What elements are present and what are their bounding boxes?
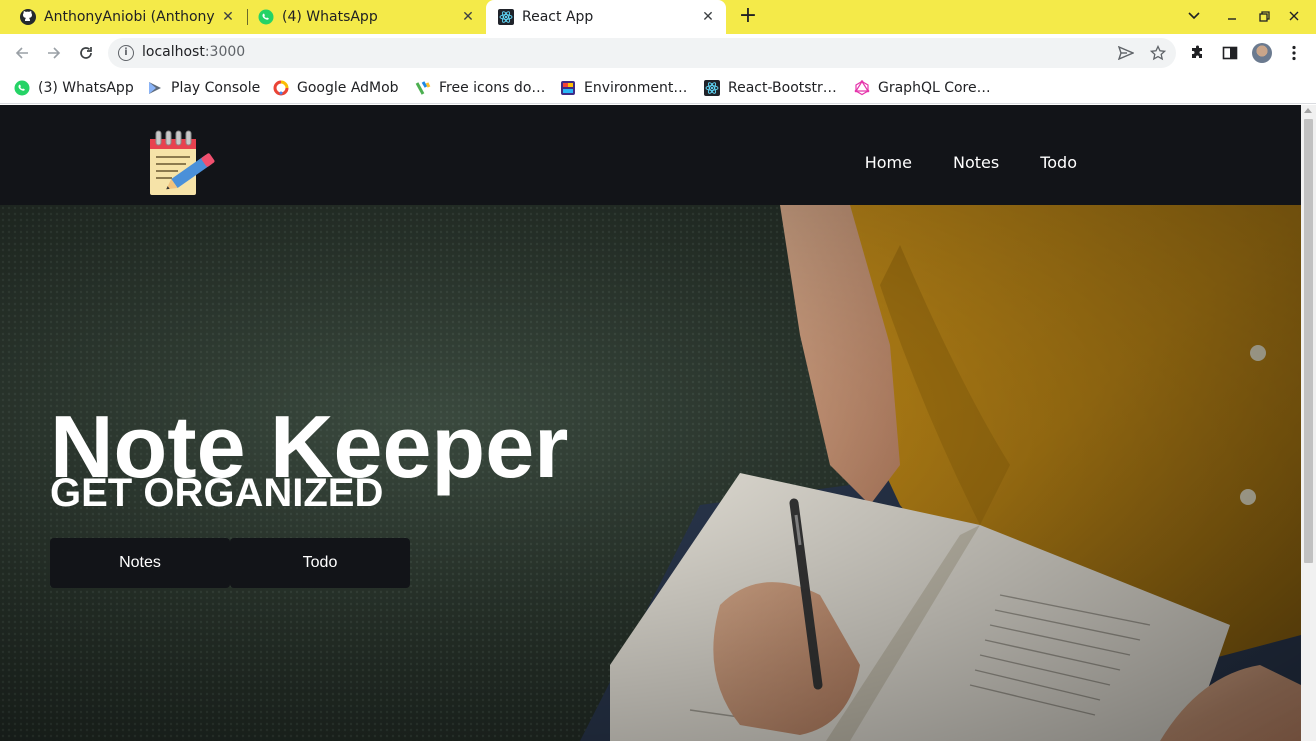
nav-notes-link[interactable]: Notes [953, 153, 999, 172]
close-tab-icon[interactable]: ✕ [218, 9, 238, 25]
back-icon[interactable] [10, 41, 34, 65]
hero-section: Note Keeper GET ORGANIZED Notes Todo [0, 205, 1301, 741]
close-tab-icon[interactable]: ✕ [698, 9, 718, 25]
admob-icon [273, 80, 289, 96]
site-navbar: Home Notes Todo [0, 105, 1301, 205]
flaticon-icon [415, 80, 431, 96]
play-console-icon [147, 80, 163, 96]
hero-notes-button[interactable]: Notes [50, 538, 230, 588]
scrollbar-thumb[interactable] [1304, 119, 1313, 563]
side-panel-icon[interactable] [1220, 43, 1240, 63]
bookmark-react-bootstrap[interactable]: React-Bootstr… [704, 78, 837, 98]
nav-todo-link[interactable]: Todo [1040, 153, 1077, 172]
tab-react-app[interactable]: React App ✕ [486, 0, 726, 34]
address-bar[interactable]: i localhost:3000 [108, 38, 1176, 68]
menu-kebab-icon[interactable] [1284, 43, 1304, 63]
url-text: localhost:3000 [142, 44, 246, 60]
tab-title: (4) WhatsApp [282, 9, 378, 25]
hero-subtitle: GET ORGANIZED [50, 471, 384, 515]
bookmark-graphql[interactable]: GraphQL Core… [854, 78, 991, 98]
bookmark-label: React-Bootstr… [728, 80, 837, 96]
notepad-pencil-icon[interactable] [148, 129, 222, 197]
hero-todo-button[interactable]: Todo [230, 538, 410, 588]
page-scrollbar[interactable] [1301, 105, 1316, 741]
send-icon[interactable] [1116, 43, 1136, 63]
bookmark-label: GraphQL Core… [878, 80, 991, 96]
bookmarks-bar: (3) WhatsApp Play Console Google AdMob F… [0, 72, 1316, 104]
bookmark-star-icon[interactable] [1148, 43, 1168, 63]
nav-links: Home Notes Todo [865, 153, 1077, 172]
bookmark-environment[interactable]: Environment… [560, 78, 687, 98]
profile-avatar[interactable] [1252, 43, 1272, 63]
react-icon [704, 80, 720, 96]
bookmark-label: Environment… [584, 80, 688, 96]
minimize-icon[interactable] [1222, 6, 1242, 26]
page-viewport: Home Notes Todo Note Keeper GET ORGANIZE… [0, 105, 1316, 741]
site-info-icon[interactable]: i [118, 45, 134, 61]
tab-strip: AnthonyAniobi (Anthony A ✕ (4) WhatsApp … [0, 0, 1316, 34]
bookmark-admob[interactable]: Google AdMob [273, 78, 399, 98]
close-tab-icon[interactable]: ✕ [458, 9, 478, 25]
tab-title: AnthonyAniobi (Anthony A [44, 9, 218, 25]
bookmark-label: Free icons do… [439, 80, 546, 96]
whatsapp-icon [14, 80, 30, 96]
tab-search-icon[interactable] [1184, 6, 1204, 26]
react-icon [498, 9, 514, 25]
restore-icon[interactable] [1254, 6, 1274, 26]
scroll-up-icon[interactable] [1304, 108, 1312, 113]
close-window-icon[interactable] [1284, 6, 1304, 26]
extensions-icon[interactable] [1188, 43, 1208, 63]
bookmark-label: Play Console [171, 80, 261, 96]
bookmark-label: (3) WhatsApp [38, 80, 134, 96]
whatsapp-icon [258, 9, 274, 25]
github-icon [20, 9, 36, 25]
environment-icon [560, 80, 576, 96]
tab-github[interactable]: AnthonyAniobi (Anthony A ✕ [0, 0, 246, 34]
new-tab-button[interactable]: + [736, 4, 760, 30]
bookmark-label: Google AdMob [297, 80, 399, 96]
browser-toolbar: i localhost:3000 [0, 34, 1316, 72]
bookmark-play-console[interactable]: Play Console [147, 78, 260, 98]
tab-title: React App [522, 9, 594, 25]
reload-icon[interactable] [74, 41, 98, 65]
graphql-icon [854, 80, 870, 96]
forward-icon[interactable] [42, 41, 66, 65]
tab-whatsapp[interactable]: (4) WhatsApp ✕ [238, 0, 486, 34]
nav-home-link[interactable]: Home [865, 153, 912, 172]
bookmark-whatsapp[interactable]: (3) WhatsApp [14, 78, 134, 98]
bookmark-free-icons[interactable]: Free icons do… [415, 78, 545, 98]
